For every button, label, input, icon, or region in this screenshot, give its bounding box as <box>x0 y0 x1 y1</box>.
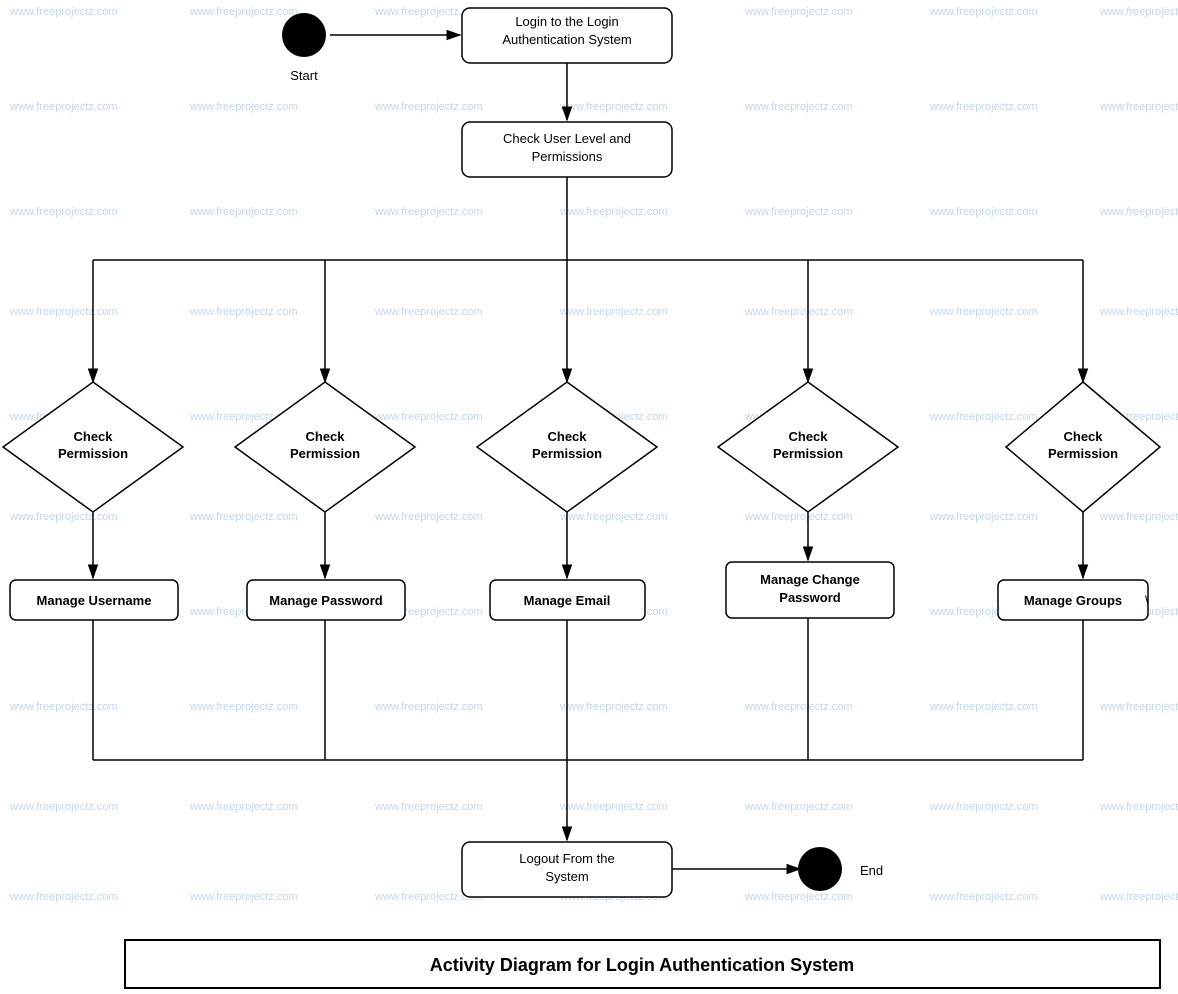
svg-text:Permission: Permission <box>1048 446 1118 461</box>
svg-text:www.freeprojectz.com: www.freeprojectz.com <box>9 701 118 713</box>
login-box-text2: Authentication System <box>502 32 631 47</box>
check-user-text1: Check User Level and <box>503 131 631 146</box>
svg-text:www.freeprojectz.com: www.freeprojectz.com <box>744 6 853 18</box>
svg-text:Logout From the: Logout From the <box>519 851 614 866</box>
svg-text:www.freeprojectz.com: www.freeprojectz.com <box>744 206 853 218</box>
svg-text:www.freeprojectz.com: www.freeprojectz.com <box>744 511 853 523</box>
svg-text:Check: Check <box>1063 429 1103 444</box>
svg-text:www.freeprojectz.com: www.freeprojectz.com <box>929 306 1038 318</box>
svg-text:www.freeprojectz.com: www.freeprojectz.com <box>189 6 298 18</box>
svg-text:www.freeprojectz.com: www.freeprojectz.com <box>559 701 668 713</box>
svg-text:www.freeprojectz.com: www.freeprojectz.com <box>929 511 1038 523</box>
svg-text:www.freeprojectz.com: www.freeprojectz.com <box>559 101 668 113</box>
svg-text:Permission: Permission <box>290 446 360 461</box>
svg-text:www.freeprojectz.com: www.freeprojectz.com <box>189 206 298 218</box>
svg-text:www.freeprojectz.com: www.freeprojectz.com <box>9 801 118 813</box>
svg-text:www.freeprojectz.com: www.freeprojectz.com <box>1099 701 1178 713</box>
svg-text:www.freeprojectz.com: www.freeprojectz.com <box>559 306 668 318</box>
svg-text:www.freeprojectz.com: www.freeprojectz.com <box>929 801 1038 813</box>
svg-text:www.freeprojectz.com: www.freeprojectz.com <box>929 6 1038 18</box>
svg-text:Manage Change: Manage Change <box>760 572 860 587</box>
svg-text:www.freeprojectz.com: www.freeprojectz.com <box>929 891 1038 903</box>
check-user-text2: Permissions <box>532 149 603 164</box>
svg-text:www.freeprojectz.com: www.freeprojectz.com <box>9 6 118 18</box>
svg-text:www.freeprojectz.com: www.freeprojectz.com <box>374 206 483 218</box>
svg-text:www.freeprojectz.com: www.freeprojectz.com <box>9 101 118 113</box>
svg-text:www.freeprojectz.com: www.freeprojectz.com <box>1099 6 1178 18</box>
svg-text:Check: Check <box>547 429 587 444</box>
svg-text:www.freeprojectz.com: www.freeprojectz.com <box>189 306 298 318</box>
svg-text:www.freeprojectz.com: www.freeprojectz.com <box>1099 101 1178 113</box>
svg-text:www.freeprojectz.com: www.freeprojectz.com <box>189 701 298 713</box>
login-box-text1: Login to the Login <box>515 14 618 29</box>
svg-text:Manage Password: Manage Password <box>269 593 382 608</box>
svg-text:www.freeprojectz.com: www.freeprojectz.com <box>559 801 668 813</box>
svg-text:www.freeprojectz.com: www.freeprojectz.com <box>744 101 853 113</box>
svg-text:www.freeprojectz.com: www.freeprojectz.com <box>189 511 298 523</box>
svg-text:www.freeprojectz.com: www.freeprojectz.com <box>1099 801 1178 813</box>
svg-text:www.freeprojectz.com: www.freeprojectz.com <box>929 206 1038 218</box>
svg-text:Manage Groups: Manage Groups <box>1024 593 1122 608</box>
svg-text:Permission: Permission <box>532 446 602 461</box>
svg-text:www.freeprojectz.com: www.freeprojectz.com <box>744 306 853 318</box>
end-circle <box>798 847 842 891</box>
svg-text:www.freeprojectz.com: www.freeprojectz.com <box>744 891 853 903</box>
svg-text:\: \ <box>1145 593 1149 608</box>
diagram-svg: www.freeprojectz.com www.freeprojectz.co… <box>0 0 1178 994</box>
diagram-title: Activity Diagram for Login Authenticatio… <box>430 955 854 975</box>
svg-text:www.freeprojectz.com: www.freeprojectz.com <box>1099 511 1178 523</box>
svg-text:Check: Check <box>73 429 113 444</box>
svg-text:www.freeprojectz.com: www.freeprojectz.com <box>744 701 853 713</box>
svg-text:www.freeprojectz.com: www.freeprojectz.com <box>559 206 668 218</box>
svg-text:Manage Email: Manage Email <box>524 593 611 608</box>
svg-text:www.freeprojectz.com: www.freeprojectz.com <box>9 511 118 523</box>
svg-text:www.freeprojectz.com: www.freeprojectz.com <box>929 701 1038 713</box>
svg-text:Manage Username: Manage Username <box>37 593 152 608</box>
svg-text:www.freeprojectz.com: www.freeprojectz.com <box>374 801 483 813</box>
svg-text:www.freeprojectz.com: www.freeprojectz.com <box>929 411 1038 423</box>
end-label: End <box>860 863 883 878</box>
svg-text:Check: Check <box>788 429 828 444</box>
svg-text:www.freeprojectz.com: www.freeprojectz.com <box>374 701 483 713</box>
svg-text:www.freeprojectz.com: www.freeprojectz.com <box>9 891 118 903</box>
start-circle <box>282 13 326 57</box>
svg-text:www.freeprojectz.com: www.freeprojectz.com <box>9 306 118 318</box>
start-label: Start <box>290 68 318 83</box>
svg-text:Permission: Permission <box>773 446 843 461</box>
svg-text:www.freeprojectz.com: www.freeprojectz.com <box>374 411 483 423</box>
svg-text:www.freeprojectz.com: www.freeprojectz.com <box>374 101 483 113</box>
svg-text:www.freeprojectz.com: www.freeprojectz.com <box>1099 206 1178 218</box>
svg-text:www.freeprojectz.com: www.freeprojectz.com <box>374 306 483 318</box>
svg-text:www.freeprojectz.com: www.freeprojectz.com <box>9 206 118 218</box>
svg-text:Password: Password <box>779 590 840 605</box>
svg-text:www.freeprojectz.com: www.freeprojectz.com <box>189 101 298 113</box>
svg-text:www.freeprojectz.com: www.freeprojectz.com <box>1099 306 1178 318</box>
svg-text:Check: Check <box>305 429 345 444</box>
svg-text:www.freeprojectz.com: www.freeprojectz.com <box>744 801 853 813</box>
svg-text:www.freeprojectz.com: www.freeprojectz.com <box>1099 891 1178 903</box>
svg-text:www.freeprojectz.com: www.freeprojectz.com <box>189 891 298 903</box>
svg-text:www.freeprojectz.com: www.freeprojectz.com <box>374 511 483 523</box>
svg-text:www.freeprojectz.com: www.freeprojectz.com <box>559 511 668 523</box>
svg-text:www.freeprojectz.com: www.freeprojectz.com <box>929 101 1038 113</box>
svg-text:Permission: Permission <box>58 446 128 461</box>
svg-text:System: System <box>545 869 588 884</box>
svg-text:www.freeprojectz.com: www.freeprojectz.com <box>189 801 298 813</box>
